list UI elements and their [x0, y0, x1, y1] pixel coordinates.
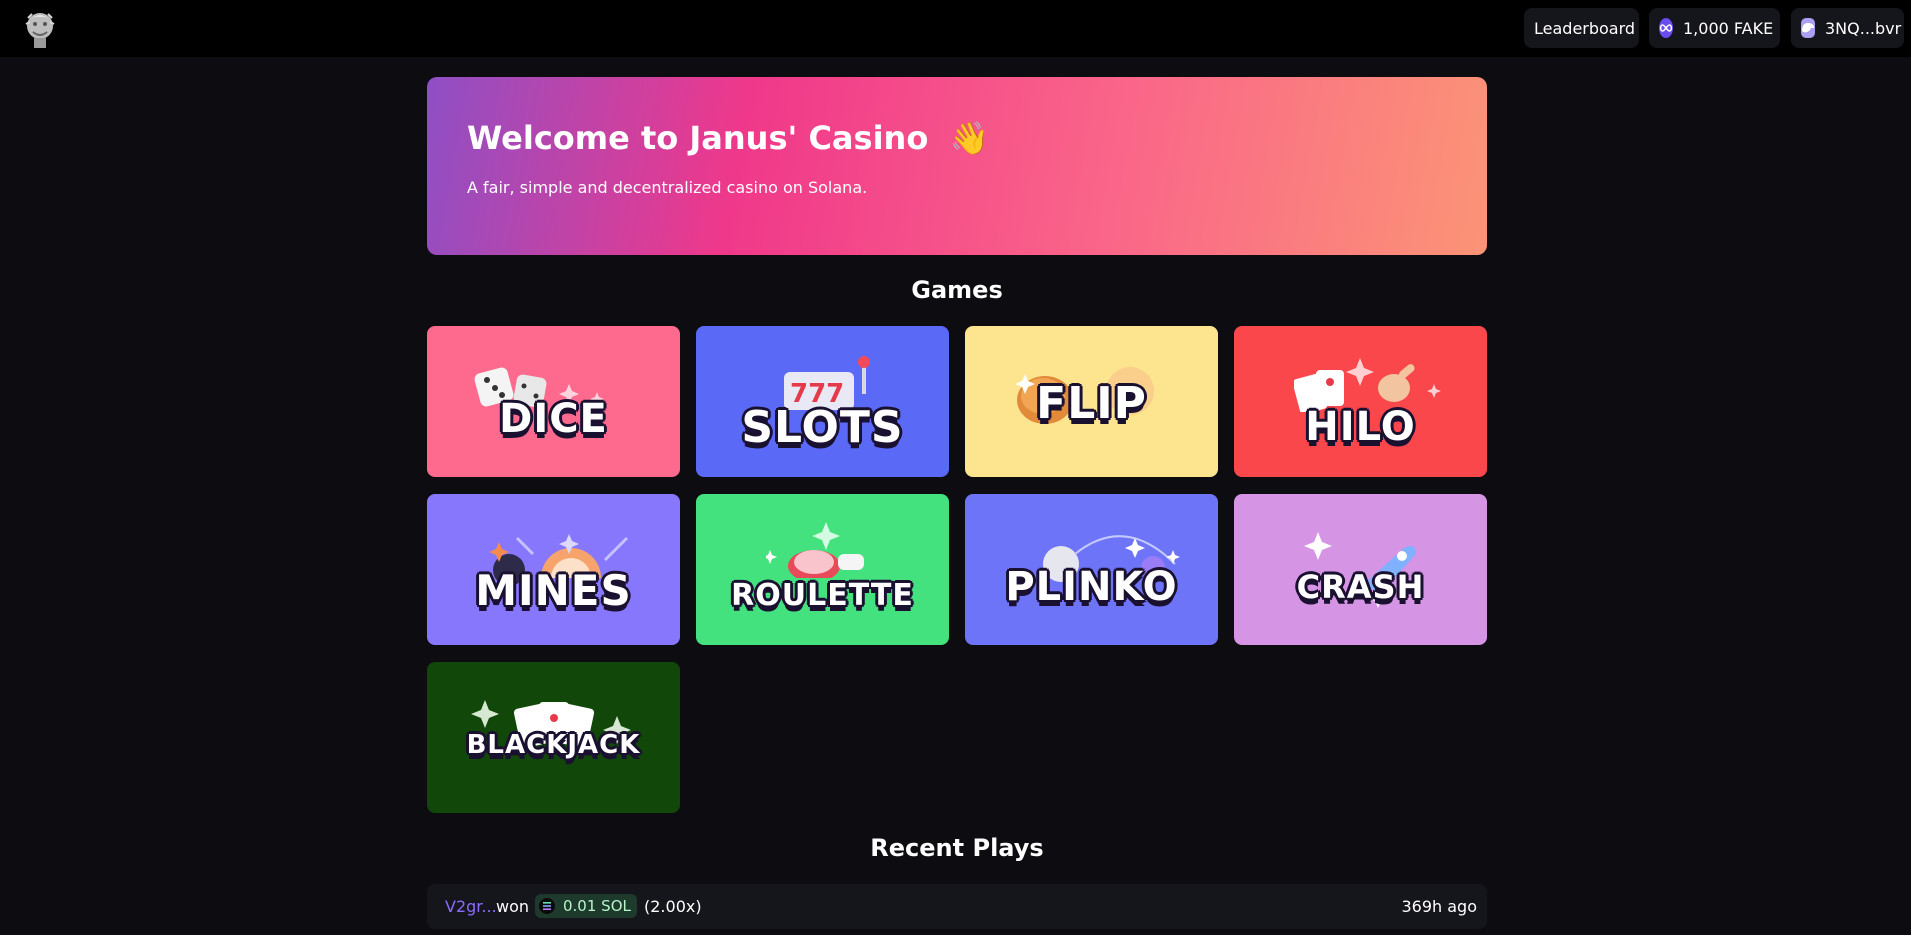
game-card-flip[interactable]: FLIP [965, 326, 1218, 477]
janus-logo-icon[interactable] [22, 10, 58, 50]
wallet-label: 3NQ...bvr [1825, 18, 1902, 38]
welcome-subtitle: A fair, simple and decentralized casino … [467, 178, 868, 197]
game-card-dice[interactable]: DICE [427, 326, 680, 477]
game-label-plinko: PLINKO [1005, 564, 1178, 610]
game-card-slots[interactable]: 777 SLOTS [696, 326, 949, 477]
game-label-hilo: HILO [1305, 404, 1416, 450]
welcome-title: Welcome to Janus' Casino 👋 [467, 119, 990, 157]
game-label-dice: DICE [499, 396, 608, 442]
play-result: won [496, 897, 530, 916]
play-amount: 0.01 SOL [563, 897, 631, 915]
leaderboard-button[interactable]: Leaderboard [1524, 8, 1639, 48]
wallet-button[interactable]: 3NQ...bvr [1791, 8, 1904, 48]
game-label-crash: CRASH [1296, 568, 1425, 606]
infinity-token-icon [1659, 18, 1673, 38]
phantom-wallet-icon [1801, 18, 1815, 38]
play-time: 369h ago [1401, 897, 1477, 916]
recent-plays-title: Recent Plays [870, 834, 1044, 862]
balance-label: 1,000 FAKE [1683, 18, 1774, 38]
roulette-chips-icon [766, 522, 864, 578]
recent-play-row: V2gr... won 0.01 SOL (2.00x) 369h ago [427, 884, 1487, 929]
play-user-link[interactable]: V2gr... [445, 897, 497, 916]
game-card-roulette[interactable]: ROULETTE [696, 494, 949, 645]
play-multiplier: (2.00x) [644, 897, 702, 916]
balance-button[interactable]: 1,000 FAKE [1649, 8, 1780, 48]
game-card-plinko[interactable]: PLINKO [965, 494, 1218, 645]
welcome-banner: Welcome to Janus' Casino 👋 A fair, simpl… [427, 77, 1487, 255]
game-label-flip: FLIP [1036, 378, 1147, 429]
play-amount-badge: 0.01 SOL [535, 894, 637, 918]
game-card-mines[interactable]: MINES [427, 494, 680, 645]
top-bar: Leaderboard 1,000 FAKE 3NQ...bvr [0, 0, 1911, 57]
game-card-crash[interactable]: CRASH [1234, 494, 1487, 645]
game-label-roulette: ROULETTE [731, 578, 914, 613]
leaderboard-label: Leaderboard [1534, 18, 1636, 38]
game-label-slots: SLOTS [741, 402, 904, 453]
waving-hand-icon: 👋 [949, 119, 990, 157]
game-label-blackjack: BLACKJACK [466, 730, 641, 760]
playing-cards-icon [1294, 358, 1441, 412]
solana-icon [539, 898, 555, 914]
game-label-mines: MINES [475, 566, 632, 615]
game-card-hilo[interactable]: HILO [1234, 326, 1487, 477]
game-card-blackjack[interactable]: BLACKJACK [427, 662, 680, 813]
games-title: Games [911, 276, 1003, 304]
